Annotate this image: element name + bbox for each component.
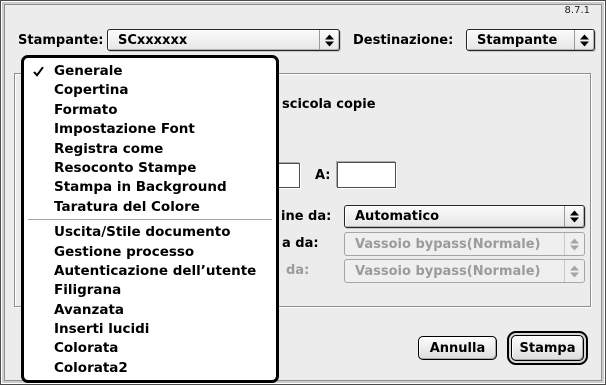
menu-item-impostazione-font[interactable]: Impostazione Font [24, 120, 276, 139]
menu-item-label: Taratura del Colore [54, 198, 200, 215]
menu-item-filigrana[interactable]: Filigrana [24, 281, 276, 300]
menu-item-label: Avanzata [54, 301, 125, 318]
up-down-arrows-icon [319, 30, 339, 50]
first-page-source-value: Vassoio bypass(Normale) [355, 236, 541, 252]
up-down-arrows-icon [564, 260, 584, 282]
cancel-button[interactable]: Annulla [418, 336, 497, 360]
destination-popup[interactable]: Stampante [466, 29, 595, 51]
menu-item-label: Uscita/Stile documento [54, 224, 231, 241]
menu-item-label: Copertina [54, 82, 129, 99]
remaining-source-label: da: [286, 263, 310, 278]
menu-item-generale[interactable]: Generale [24, 62, 276, 81]
menu-item-autenticazione-utente[interactable]: Autenticazione dell’utente [24, 262, 276, 281]
collate-label: scicola copie [282, 97, 376, 112]
printer-popup[interactable]: SCxxxxxx [107, 29, 340, 51]
version-label: 8.7.1 [564, 5, 590, 16]
menu-item-resoconto-stampe[interactable]: Resoconto Stampe [24, 159, 276, 178]
menu-item-label: Formato [54, 101, 118, 118]
separator-line [28, 219, 272, 221]
default-button-ring: Stampa [507, 331, 588, 365]
paper-source-popup[interactable]: Automatico [344, 205, 585, 228]
menu-item-label: Inserti lucidi [54, 321, 150, 338]
printer-label: Stampante: [18, 33, 104, 48]
menu-item-formato[interactable]: Formato [24, 101, 276, 120]
destination-label: Destinazione: [353, 33, 454, 48]
printer-popup-value: SCxxxxxx [118, 32, 188, 48]
menu-item-label: Autenticazione dell’utente [54, 262, 257, 279]
up-down-arrows-icon [564, 206, 584, 227]
checkmark-icon [33, 66, 44, 77]
menu-item-label: Colorata [54, 340, 119, 357]
destination-popup-value: Stampante [477, 32, 558, 48]
paper-source-label: ine da: [281, 209, 332, 224]
paper-source-value: Automatico [355, 209, 440, 224]
menu-item-taratura-del-colore[interactable]: Taratura del Colore [24, 198, 276, 217]
menu-item-label: Colorata2 [54, 359, 128, 376]
menu-item-copertina[interactable]: Copertina [24, 81, 276, 100]
menu-item-label: Filigrana [54, 282, 122, 299]
first-page-source-label: a da: [282, 236, 319, 251]
menu-item-avanzata[interactable]: Avanzata [24, 301, 276, 320]
menu-item-stampa-in-background[interactable]: Stampa in Background [24, 178, 276, 197]
menu-item-label: Gestione processo [54, 243, 195, 260]
first-page-source-popup[interactable]: Vassoio bypass(Normale) [344, 232, 585, 256]
menu-item-registra-come[interactable]: Registra come [24, 140, 276, 159]
print-dialog: 8.7.1 Stampante: SCxxxxxx Destinazione: … [0, 0, 606, 385]
up-down-arrows-icon [564, 233, 584, 255]
menu-item-label: Generale [54, 63, 123, 79]
panel-popup-menu: Generale Copertina Formato Impostazione … [21, 55, 279, 383]
menu-item-inserti-lucidi[interactable]: Inserti lucidi [24, 320, 276, 339]
menu-item-colorata[interactable]: Colorata [24, 339, 276, 358]
menu-item-colorata2[interactable]: Colorata2 [24, 359, 276, 378]
menu-item-label: Impostazione Font [54, 121, 195, 138]
remaining-source-popup[interactable]: Vassoio bypass(Normale) [344, 259, 585, 283]
print-button[interactable]: Stampa [511, 335, 584, 361]
menu-item-label: Registra come [54, 140, 164, 157]
pages-to-label: A: [315, 168, 331, 183]
menu-item-label: Resoconto Stampe [54, 159, 197, 176]
pages-to-field[interactable] [337, 162, 396, 188]
menu-item-label: Stampa in Background [54, 179, 227, 196]
menu-item-gestione-processo[interactable]: Gestione processo [24, 243, 276, 262]
menu-item-uscita-stile-documento[interactable]: Uscita/Stile documento [24, 223, 276, 242]
remaining-source-value: Vassoio bypass(Normale) [355, 263, 541, 279]
up-down-arrows-icon [574, 30, 594, 50]
